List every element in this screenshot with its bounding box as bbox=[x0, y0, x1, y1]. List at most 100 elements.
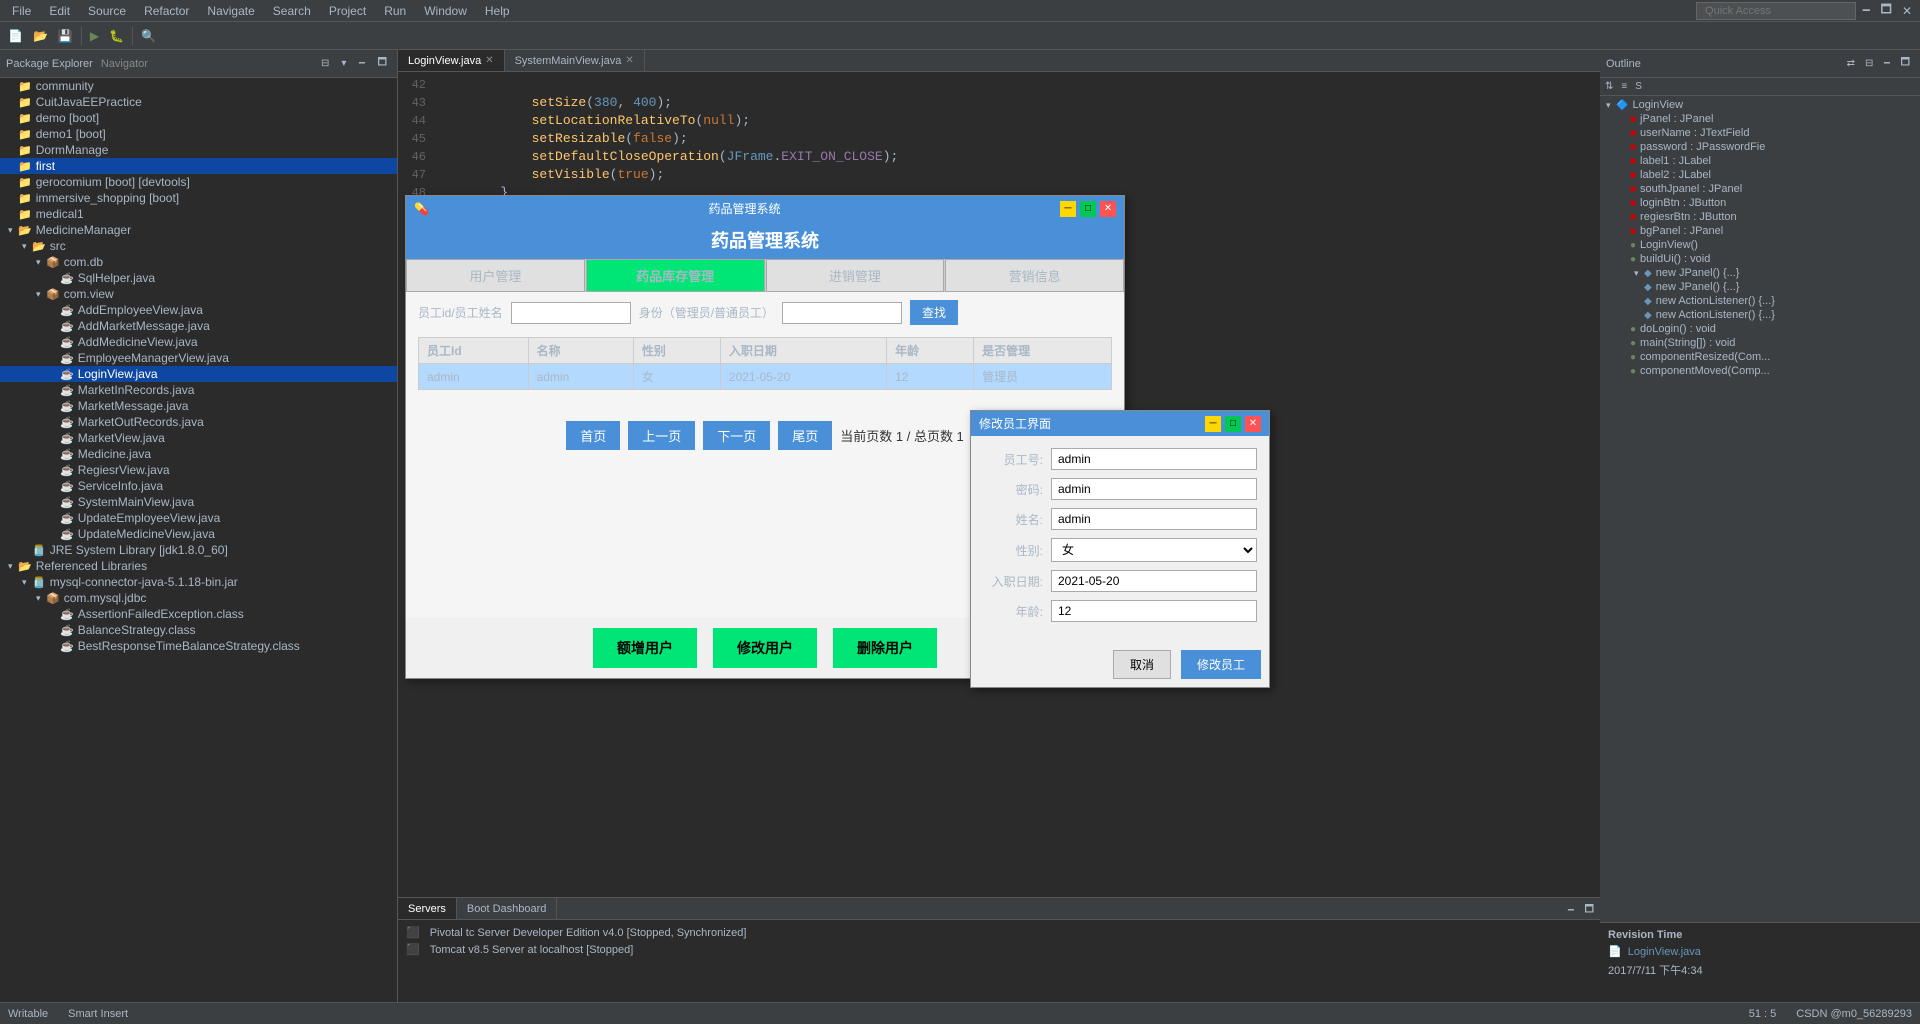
outline-item[interactable]: ●buildUi() : void bbox=[1602, 252, 1918, 266]
outline-item[interactable]: ■southJpanel : JPanel bbox=[1602, 182, 1918, 196]
outline-hide-fields-btn[interactable]: ≡ bbox=[1618, 80, 1630, 93]
tree-item[interactable]: 📁DormManage bbox=[0, 142, 397, 158]
outline-item[interactable]: ●componentMoved(Comp... bbox=[1602, 364, 1918, 378]
app-search-input1[interactable] bbox=[511, 302, 631, 324]
pkg-collapse-btn[interactable]: ⊟ bbox=[317, 53, 333, 74]
tree-item[interactable]: ☕RegiesrView.java bbox=[0, 462, 397, 478]
tree-item[interactable]: ▾📦com.view bbox=[0, 286, 397, 302]
tree-item[interactable]: ☕LoginView.java bbox=[0, 366, 397, 382]
close-eclipse[interactable]: ✕ bbox=[1898, 2, 1916, 20]
app-search-input2[interactable] bbox=[782, 302, 902, 324]
edit-close-btn[interactable]: ✕ bbox=[1245, 416, 1261, 432]
outline-item[interactable]: ◆new JPanel() {...} bbox=[1602, 280, 1918, 294]
tree-item[interactable]: ☕MarketOutRecords.java bbox=[0, 414, 397, 430]
menu-window[interactable]: Window bbox=[416, 2, 475, 20]
menu-run[interactable]: Run bbox=[376, 2, 414, 20]
app-next-btn[interactable]: 下一页 bbox=[703, 421, 770, 450]
outline-sync-btn[interactable]: ⇄ bbox=[1843, 53, 1859, 74]
tree-item[interactable]: ▾📂MedicineManager bbox=[0, 222, 397, 238]
bottom-minimize-btn[interactable]: 🗕 bbox=[1563, 900, 1578, 917]
tree-item[interactable]: ☕AssertionFailedException.class bbox=[0, 606, 397, 622]
tree-item[interactable]: ☕AddMarketMessage.java bbox=[0, 318, 397, 334]
app-tab-marketing[interactable]: 营销信息 bbox=[945, 259, 1124, 292]
outline-max-btn[interactable]: 🗖 bbox=[1897, 53, 1915, 74]
edit-cancel-btn[interactable]: 取消 bbox=[1113, 650, 1171, 679]
tab-loginview-close[interactable]: ✕ bbox=[485, 55, 493, 66]
tab-loginview[interactable]: LoginView.java ✕ bbox=[398, 50, 505, 71]
outline-item[interactable]: ■password : JPasswordFie bbox=[1602, 140, 1918, 154]
tree-item[interactable]: 🫙JRE System Library [jdk1.8.0_60] bbox=[0, 542, 397, 558]
tree-item[interactable]: ☕MarketInRecords.java bbox=[0, 382, 397, 398]
menu-project[interactable]: Project bbox=[321, 2, 374, 20]
outline-min-btn[interactable]: 🗕 bbox=[1879, 53, 1894, 74]
open-btn[interactable]: 📂 bbox=[29, 27, 52, 45]
app-last-btn[interactable]: 尾页 bbox=[778, 421, 832, 450]
minimize-eclipse[interactable]: 🗕 bbox=[1858, 0, 1875, 23]
tree-item[interactable]: ▾📂src bbox=[0, 238, 397, 254]
tree-item[interactable]: ☕MarketView.java bbox=[0, 430, 397, 446]
outline-item[interactable]: ▾◆new JPanel() {...} bbox=[1602, 266, 1918, 280]
tree-item[interactable]: ☕ServiceInfo.java bbox=[0, 478, 397, 494]
save-btn[interactable]: 💾 bbox=[54, 27, 77, 45]
tree-item[interactable]: ☕AddMedicineView.java bbox=[0, 334, 397, 350]
tree-item[interactable]: ☕Medicine.java bbox=[0, 446, 397, 462]
tree-item[interactable]: ☕SqlHelper.java bbox=[0, 270, 397, 286]
app-first-btn[interactable]: 首页 bbox=[566, 421, 620, 450]
outline-sort-btn[interactable]: ⇅ bbox=[1602, 80, 1616, 93]
tree-item[interactable]: ☕EmployeeManagerView.java bbox=[0, 350, 397, 366]
menu-help[interactable]: Help bbox=[477, 2, 518, 20]
quick-access-input[interactable] bbox=[1696, 2, 1856, 20]
app-edit-user-btn[interactable]: 修改用户 bbox=[713, 628, 817, 668]
outline-item[interactable]: ◆new ActionListener() {...} bbox=[1602, 308, 1918, 322]
menu-source[interactable]: Source bbox=[80, 2, 134, 20]
tree-item[interactable]: ☕BestResponseTimeBalanceStrategy.class bbox=[0, 638, 397, 654]
debug-btn[interactable]: 🐛 bbox=[105, 27, 128, 45]
maximize-eclipse[interactable]: 🗖 bbox=[1877, 0, 1896, 23]
outline-item[interactable]: ■loginBtn : JButton bbox=[1602, 196, 1918, 210]
edit-minimize-btn[interactable]: ─ bbox=[1205, 416, 1221, 432]
tree-item[interactable]: ▾📦com.mysql.jdbc bbox=[0, 590, 397, 606]
tree-item[interactable]: ☕UpdateEmployeeView.java bbox=[0, 510, 397, 526]
outline-item[interactable]: ●doLogin() : void bbox=[1602, 322, 1918, 336]
menu-search[interactable]: Search bbox=[265, 2, 319, 20]
app-delete-user-btn[interactable]: 删除用户 bbox=[833, 628, 937, 668]
navigator-label[interactable]: Navigator bbox=[101, 58, 148, 70]
menu-navigate[interactable]: Navigate bbox=[199, 2, 262, 20]
outline-item[interactable]: ■bgPanel : JPanel bbox=[1602, 224, 1918, 238]
app-tab-users[interactable]: 用户管理 bbox=[406, 259, 585, 292]
app-close-btn[interactable]: ✕ bbox=[1100, 201, 1116, 217]
outline-item[interactable]: ●main(String[]) : void bbox=[1602, 336, 1918, 350]
edit-input-id[interactable] bbox=[1051, 448, 1257, 470]
outline-item[interactable]: ■regiesrBtn : JButton bbox=[1602, 210, 1918, 224]
pkg-min-btn[interactable]: 🗕 bbox=[354, 53, 369, 74]
app-add-user-btn[interactable]: 额增用户 bbox=[593, 628, 697, 668]
tree-item[interactable]: 📁demo [boot] bbox=[0, 110, 397, 126]
menu-refactor[interactable]: Refactor bbox=[136, 2, 197, 20]
tree-item[interactable]: ☕AddEmployeeView.java bbox=[0, 302, 397, 318]
app-minimize-btn[interactable]: ─ bbox=[1060, 201, 1076, 217]
outline-item[interactable]: ■userName : JTextField bbox=[1602, 126, 1918, 140]
pkg-max-btn[interactable]: 🗖 bbox=[374, 53, 392, 74]
table-row[interactable]: admin admin 女 2021-05-20 12 管理员 bbox=[419, 364, 1112, 390]
edit-input-join[interactable] bbox=[1051, 570, 1257, 592]
pkg-menu-btn[interactable]: ▾ bbox=[337, 53, 350, 74]
tree-item[interactable]: 📁community bbox=[0, 78, 397, 94]
tree-item[interactable]: ☕BalanceStrategy.class bbox=[0, 622, 397, 638]
tree-item[interactable]: ☕SystemMainView.java bbox=[0, 494, 397, 510]
edit-input-age[interactable] bbox=[1051, 600, 1257, 622]
edit-input-name[interactable] bbox=[1051, 508, 1257, 530]
bottom-maximize-btn[interactable]: 🗖 bbox=[1581, 900, 1599, 917]
outline-item[interactable]: ■label1 : JLabel bbox=[1602, 154, 1918, 168]
tree-item[interactable]: 📁gerocomium [boot] [devtools] bbox=[0, 174, 397, 190]
edit-select-gender[interactable]: 男 女 bbox=[1051, 538, 1257, 562]
edit-maximize-btn[interactable]: □ bbox=[1225, 416, 1241, 432]
tab-systemmainview-close[interactable]: ✕ bbox=[625, 55, 633, 66]
tree-item[interactable]: ▾📂Referenced Libraries bbox=[0, 558, 397, 574]
tree-item[interactable]: ▾🫙mysql-connector-java-5.1.18-bin.jar bbox=[0, 574, 397, 590]
tree-item[interactable]: ▾📦com.db bbox=[0, 254, 397, 270]
bottom-tab-servers[interactable]: Servers bbox=[398, 898, 457, 919]
app-maximize-btn[interactable]: □ bbox=[1080, 201, 1096, 217]
new-btn[interactable]: 📄 bbox=[4, 27, 27, 45]
outline-item[interactable]: ■jPanel : JPanel bbox=[1602, 112, 1918, 126]
app-tab-medicine[interactable]: 药品库存管理 bbox=[586, 259, 765, 292]
